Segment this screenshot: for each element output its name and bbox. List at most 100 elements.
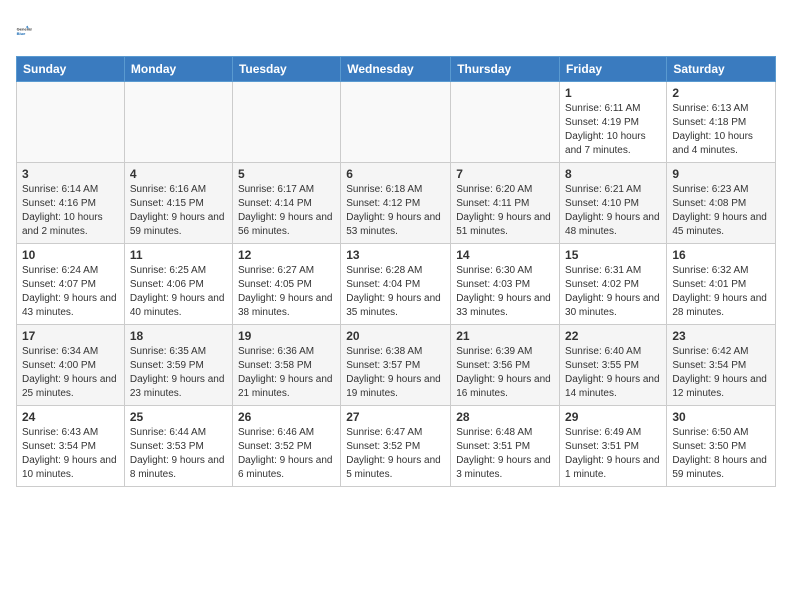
day-number: 4 (130, 167, 227, 181)
day-content: Sunrise: 6:40 AM Sunset: 3:55 PM Dayligh… (565, 345, 661, 401)
calendar-cell: 22Sunrise: 6:40 AM Sunset: 3:55 PM Dayli… (560, 325, 667, 406)
calendar-cell (232, 82, 340, 163)
day-number: 11 (130, 248, 227, 262)
day-number: 2 (672, 86, 770, 100)
calendar-cell: 26Sunrise: 6:46 AM Sunset: 3:52 PM Dayli… (232, 406, 340, 487)
dow-tuesday: Tuesday (232, 57, 340, 82)
calendar-cell: 19 Sunrise: 6:36 AM Sunset: 3:58 PM Dayli… (232, 325, 340, 406)
day-number: 14 (456, 248, 554, 262)
week-row-0: 1Sunrise: 6:11 AM Sunset: 4:19 PM Daylig… (17, 82, 776, 163)
day-number: 20 (346, 329, 445, 343)
calendar-cell: 1Sunrise: 6:11 AM Sunset: 4:19 PM Daylig… (560, 82, 667, 163)
day-content: Sunrise: 6:43 AM Sunset: 3:54 PM Dayligh… (22, 426, 119, 482)
day-content: Sunrise: 6:27 AM Sunset: 4:05 PM Dayligh… (238, 264, 335, 320)
calendar-cell: 7 Sunrise: 6:20 AM Sunset: 4:11 PM Daylig… (451, 163, 560, 244)
calendar-table: SundayMondayTuesdayWednesdayThursdayFrid… (16, 56, 776, 487)
day-content: Sunrise: 6:17 AM Sunset: 4:14 PM Dayligh… (238, 183, 335, 239)
week-row-4: 24 Sunrise: 6:43 AM Sunset: 3:54 PM Dayli… (17, 406, 776, 487)
day-number: 24 (22, 410, 119, 424)
calendar-cell: 9Sunrise: 6:23 AM Sunset: 4:08 PM Daylig… (667, 163, 776, 244)
day-number: 28 (456, 410, 554, 424)
calendar-cell: 20 Sunrise: 6:38 AM Sunset: 3:57 PM Dayli… (341, 325, 451, 406)
day-content: Sunrise: 6:16 AM Sunset: 4:15 PM Dayligh… (130, 183, 227, 239)
calendar-cell: 24 Sunrise: 6:43 AM Sunset: 3:54 PM Dayli… (17, 406, 125, 487)
day-content: Sunrise: 6:14 AM Sunset: 4:16 PM Dayligh… (22, 183, 119, 239)
day-number: 13 (346, 248, 445, 262)
day-number: 5 (238, 167, 335, 181)
day-number: 7 (456, 167, 554, 181)
day-number: 18 (130, 329, 227, 343)
day-content: Sunrise: 6:28 AM Sunset: 4:04 PM Dayligh… (346, 264, 445, 320)
calendar-cell: 8 Sunrise: 6:21 AM Sunset: 4:10 PM Daylig… (560, 163, 667, 244)
day-number: 6 (346, 167, 445, 181)
day-content: Sunrise: 6:31 AM Sunset: 4:02 PM Dayligh… (565, 264, 661, 320)
calendar-cell: 2 Sunrise: 6:13 AM Sunset: 4:18 PM Daylig… (667, 82, 776, 163)
calendar-cell: 29 Sunrise: 6:49 AM Sunset: 3:51 PM Dayli… (560, 406, 667, 487)
calendar-cell (124, 82, 232, 163)
calendar-cell: 30 Sunrise: 6:50 AM Sunset: 3:50 PM Dayli… (667, 406, 776, 487)
day-content: Sunrise: 6:38 AM Sunset: 3:57 PM Dayligh… (346, 345, 445, 401)
day-content: Sunrise: 6:30 AM Sunset: 4:03 PM Dayligh… (456, 264, 554, 320)
week-row-3: 17 Sunrise: 6:34 AM Sunset: 4:00 PM Dayli… (17, 325, 776, 406)
day-number: 29 (565, 410, 661, 424)
day-content: Sunrise: 6:48 AM Sunset: 3:51 PM Dayligh… (456, 426, 554, 482)
day-number: 25 (130, 410, 227, 424)
calendar-cell: 11Sunrise: 6:25 AM Sunset: 4:06 PM Dayli… (124, 244, 232, 325)
day-content: Sunrise: 6:23 AM Sunset: 4:08 PM Dayligh… (672, 183, 770, 239)
logo-icon: General Blue (16, 16, 44, 44)
dow-wednesday: Wednesday (341, 57, 451, 82)
day-number: 16 (672, 248, 770, 262)
calendar-cell: 15Sunrise: 6:31 AM Sunset: 4:02 PM Dayli… (560, 244, 667, 325)
dow-friday: Friday (560, 57, 667, 82)
calendar-cell: 21 Sunrise: 6:39 AM Sunset: 3:56 PM Dayli… (451, 325, 560, 406)
calendar-cell: 17 Sunrise: 6:34 AM Sunset: 4:00 PM Dayli… (17, 325, 125, 406)
day-number: 10 (22, 248, 119, 262)
day-number: 12 (238, 248, 335, 262)
day-content: Sunrise: 6:49 AM Sunset: 3:51 PM Dayligh… (565, 426, 661, 482)
calendar-cell: 16 Sunrise: 6:32 AM Sunset: 4:01 PM Dayli… (667, 244, 776, 325)
day-content: Sunrise: 6:50 AM Sunset: 3:50 PM Dayligh… (672, 426, 770, 482)
day-content: Sunrise: 6:32 AM Sunset: 4:01 PM Dayligh… (672, 264, 770, 320)
day-number: 8 (565, 167, 661, 181)
svg-text:Blue: Blue (17, 31, 26, 36)
day-content: Sunrise: 6:13 AM Sunset: 4:18 PM Dayligh… (672, 102, 770, 158)
dow-sunday: Sunday (17, 57, 125, 82)
day-content: Sunrise: 6:47 AM Sunset: 3:52 PM Dayligh… (346, 426, 445, 482)
calendar-cell: 25 Sunrise: 6:44 AM Sunset: 3:53 PM Dayli… (124, 406, 232, 487)
logo: General Blue (16, 16, 48, 44)
week-row-2: 10Sunrise: 6:24 AM Sunset: 4:07 PM Dayli… (17, 244, 776, 325)
day-number: 30 (672, 410, 770, 424)
day-number: 21 (456, 329, 554, 343)
calendar-cell (17, 82, 125, 163)
day-content: Sunrise: 6:44 AM Sunset: 3:53 PM Dayligh… (130, 426, 227, 482)
calendar-cell: 5 Sunrise: 6:17 AM Sunset: 4:14 PM Daylig… (232, 163, 340, 244)
day-number: 17 (22, 329, 119, 343)
calendar-cell: 28 Sunrise: 6:48 AM Sunset: 3:51 PM Dayli… (451, 406, 560, 487)
day-content: Sunrise: 6:46 AM Sunset: 3:52 PM Dayligh… (238, 426, 335, 482)
calendar-cell: 6 Sunrise: 6:18 AM Sunset: 4:12 PM Daylig… (341, 163, 451, 244)
day-content: Sunrise: 6:18 AM Sunset: 4:12 PM Dayligh… (346, 183, 445, 239)
day-content: Sunrise: 6:20 AM Sunset: 4:11 PM Dayligh… (456, 183, 554, 239)
calendar-cell: 3Sunrise: 6:14 AM Sunset: 4:16 PM Daylig… (17, 163, 125, 244)
calendar-cell: 4 Sunrise: 6:16 AM Sunset: 4:15 PM Daylig… (124, 163, 232, 244)
dow-saturday: Saturday (667, 57, 776, 82)
day-content: Sunrise: 6:42 AM Sunset: 3:54 PM Dayligh… (672, 345, 770, 401)
calendar-cell: 10Sunrise: 6:24 AM Sunset: 4:07 PM Dayli… (17, 244, 125, 325)
calendar-cell (341, 82, 451, 163)
week-row-1: 3Sunrise: 6:14 AM Sunset: 4:16 PM Daylig… (17, 163, 776, 244)
calendar-cell: 13 Sunrise: 6:28 AM Sunset: 4:04 PM Dayli… (341, 244, 451, 325)
day-number: 23 (672, 329, 770, 343)
dow-monday: Monday (124, 57, 232, 82)
page-header: General Blue (16, 16, 776, 44)
day-content: Sunrise: 6:39 AM Sunset: 3:56 PM Dayligh… (456, 345, 554, 401)
day-number: 1 (565, 86, 661, 100)
day-content: Sunrise: 6:36 AM Sunset: 3:58 PM Dayligh… (238, 345, 335, 401)
day-number: 27 (346, 410, 445, 424)
calendar-cell: 12 Sunrise: 6:27 AM Sunset: 4:05 PM Dayli… (232, 244, 340, 325)
calendar-cell: 18Sunrise: 6:35 AM Sunset: 3:59 PM Dayli… (124, 325, 232, 406)
day-content: Sunrise: 6:21 AM Sunset: 4:10 PM Dayligh… (565, 183, 661, 239)
calendar-cell: 23 Sunrise: 6:42 AM Sunset: 3:54 PM Dayli… (667, 325, 776, 406)
calendar-cell: 14 Sunrise: 6:30 AM Sunset: 4:03 PM Dayli… (451, 244, 560, 325)
day-number: 19 (238, 329, 335, 343)
day-content: Sunrise: 6:34 AM Sunset: 4:00 PM Dayligh… (22, 345, 119, 401)
